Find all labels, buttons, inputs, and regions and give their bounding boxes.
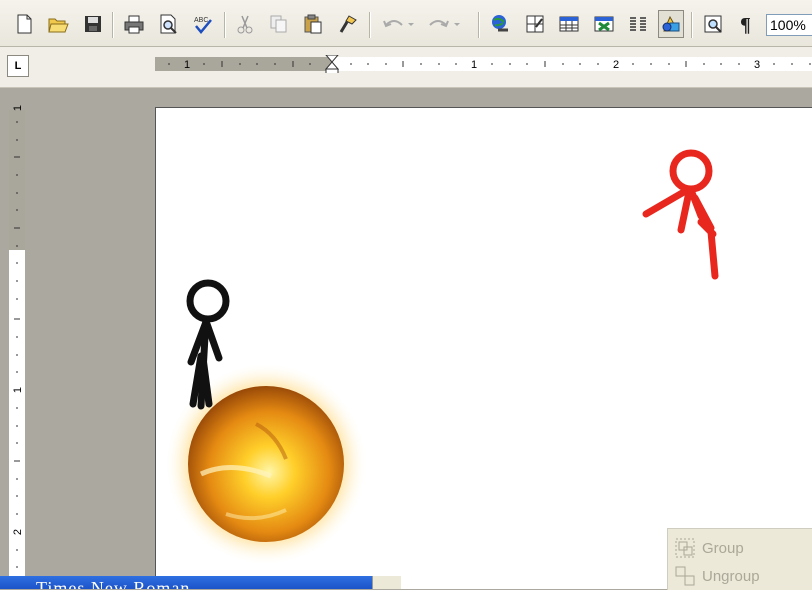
h-ruler-label: 3: [754, 59, 760, 71]
standard-toolbar: ABC ¶ 100%: [0, 0, 812, 47]
new-document-icon[interactable]: [11, 10, 37, 38]
drawing-icon[interactable]: [658, 10, 684, 38]
svg-text:ABC: ABC: [194, 17, 208, 24]
menu-item-label: Group: [702, 539, 744, 557]
open-folder-icon[interactable]: [45, 10, 71, 38]
zoom-box[interactable]: 100%: [766, 14, 812, 36]
font-name-text: Times New Roman: [36, 578, 191, 589]
dropdown-arrow-button[interactable]: [372, 576, 401, 589]
format-painter-icon[interactable]: [335, 10, 361, 38]
print-icon[interactable]: [121, 10, 147, 38]
copy-icon[interactable]: [266, 10, 292, 38]
menu-item-group[interactable]: Group: [674, 536, 744, 560]
grouping-menu: Group Ungroup: [667, 528, 812, 590]
paste-icon[interactable]: [300, 10, 326, 38]
v-ruler-label: 1: [12, 387, 24, 393]
print-preview-icon[interactable]: [155, 10, 181, 38]
spelling-grammar-icon[interactable]: ABC: [190, 10, 216, 38]
insert-table-icon[interactable]: [556, 10, 582, 38]
undo-icon[interactable]: [378, 10, 418, 38]
save-icon[interactable]: [80, 10, 106, 38]
menu-item-ungroup[interactable]: Ungroup: [674, 564, 760, 588]
ungroup-icon: [675, 566, 695, 586]
columns-icon[interactable]: [625, 10, 651, 38]
show-hide-paragraph-icon[interactable]: ¶: [734, 10, 760, 38]
redo-icon[interactable]: [424, 10, 464, 38]
red-stick-figure[interactable]: [641, 146, 731, 281]
cut-icon[interactable]: [232, 10, 258, 38]
insert-excel-worksheet-icon[interactable]: [591, 10, 617, 38]
black-stick-figure[interactable]: [173, 276, 233, 411]
h-ruler-label: 1: [184, 59, 190, 71]
horizontal-ruler[interactable]: 1 1 2 3: [155, 55, 812, 73]
tables-borders-icon[interactable]: [522, 10, 548, 38]
insert-hyperlink-icon[interactable]: [487, 10, 513, 38]
menu-item-label: Ungroup: [702, 567, 760, 585]
group-icon: [675, 538, 695, 558]
document-map-icon[interactable]: [700, 10, 726, 38]
h-ruler-label: 2: [613, 59, 619, 71]
v-ruler-label: 2: [12, 529, 24, 535]
tab-selector-button[interactable]: L: [7, 55, 29, 77]
h-ruler-label: 1: [471, 59, 477, 71]
v-ruler-label: 1: [12, 105, 24, 111]
svg-text:¶: ¶: [740, 14, 751, 35]
vertical-ruler[interactable]: 1 1 2: [5, 100, 29, 589]
horizontal-ruler-area: L 1 1 2 3: [0, 47, 812, 88]
document-page[interactable]: [155, 107, 812, 589]
font-dropdown-title-bar[interactable]: Times New Roman: [0, 576, 395, 589]
